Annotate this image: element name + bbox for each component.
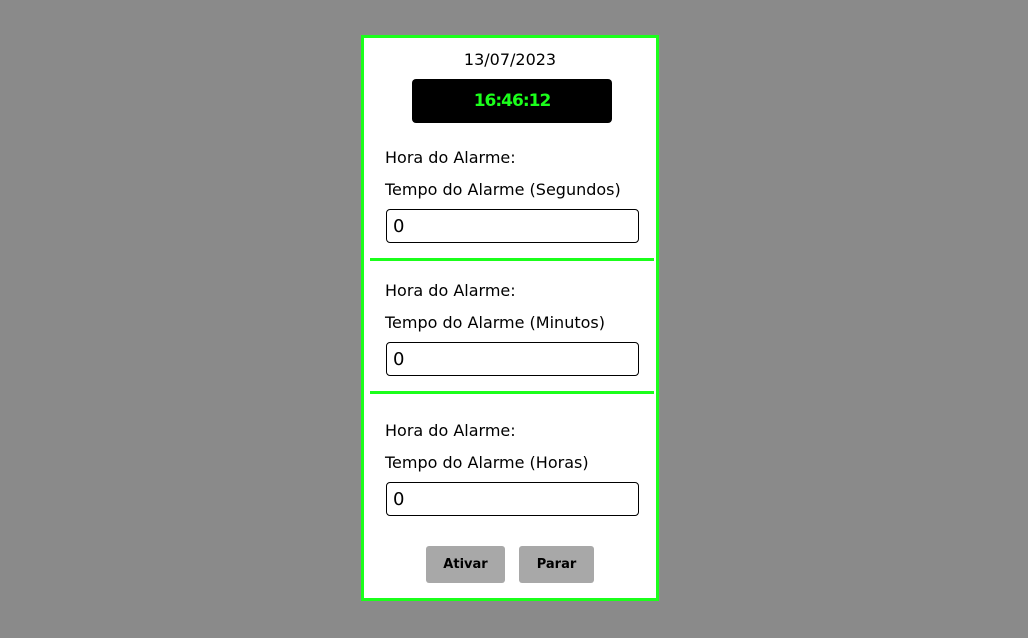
alarm-time-label-seconds: Tempo do Alarme (Segundos): [385, 180, 621, 199]
hours-input[interactable]: [386, 482, 639, 516]
stop-button[interactable]: Parar: [519, 546, 594, 583]
seconds-input[interactable]: [386, 209, 639, 243]
alarm-hour-label-hours: Hora do Alarme:: [385, 421, 516, 440]
alarm-hour-label-minutes: Hora do Alarme:: [385, 281, 516, 300]
section-divider: [370, 258, 654, 261]
alarm-panel: 13/07/2023 16:46:12 Hora do Alarme: Temp…: [361, 35, 659, 601]
minutes-input[interactable]: [386, 342, 639, 376]
current-date: 13/07/2023: [463, 50, 557, 69]
activate-button[interactable]: Ativar: [426, 546, 505, 583]
alarm-time-label-hours: Tempo do Alarme (Horas): [385, 453, 589, 472]
alarm-time-label-minutes: Tempo do Alarme (Minutos): [385, 313, 605, 332]
section-divider: [370, 391, 654, 394]
alarm-hour-label-seconds: Hora do Alarme:: [385, 148, 516, 167]
digital-clock: 16:46:12: [412, 79, 612, 123]
